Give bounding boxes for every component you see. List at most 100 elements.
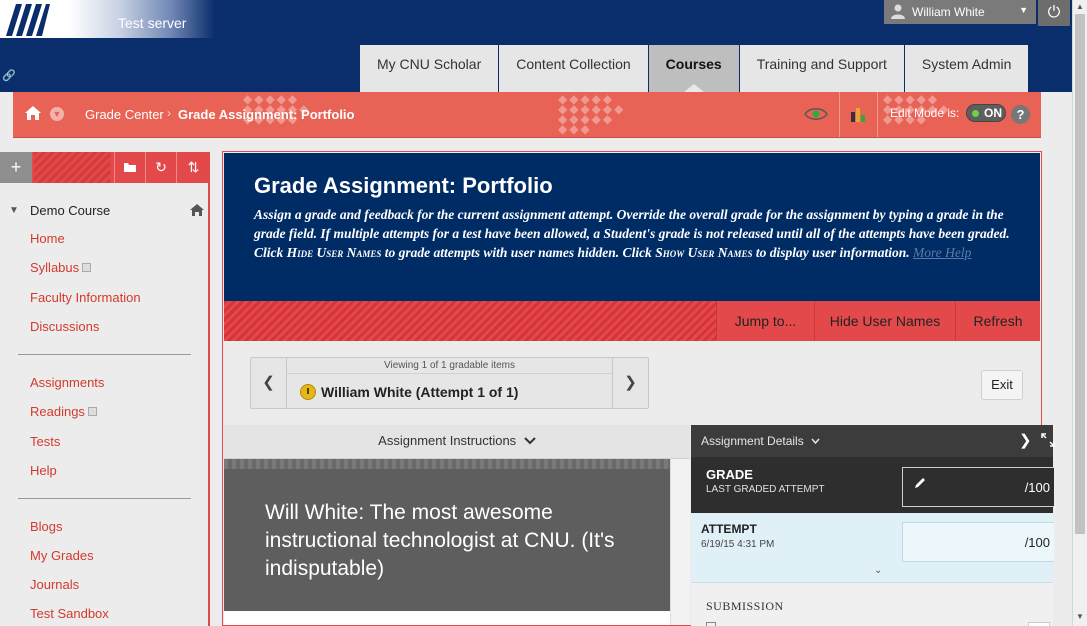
action-bar: Jump to... Hide User Names Refresh	[224, 301, 1040, 341]
refresh-button[interactable]: Refresh	[955, 301, 1040, 341]
add-menu-item-button[interactable]: +	[0, 152, 32, 183]
chevron-down-icon: ▼	[1019, 5, 1028, 15]
description-text: to grade attempts with user names hidden…	[381, 245, 656, 260]
help-icon[interactable]: ?	[1011, 105, 1030, 124]
stats-chart-icon[interactable]	[849, 105, 867, 123]
tab-content-collection[interactable]: Content Collection	[499, 45, 648, 92]
breadcrumb-current-page: Grade Assignment: Portfolio	[178, 107, 355, 122]
menu-link-assignments[interactable]: Assignments	[30, 375, 104, 390]
server-label: Test server	[118, 15, 187, 31]
more-help-link[interactable]: More Help	[913, 245, 971, 260]
pencil-icon[interactable]	[913, 476, 927, 490]
menu-divider	[18, 354, 191, 355]
menu-link-label: Test Sandbox	[30, 606, 109, 621]
breadcrumb-separator: ›	[167, 106, 171, 120]
instructions-header-label: Assignment Instructions	[378, 433, 517, 448]
hide-user-names-button[interactable]: Hide User Names	[814, 301, 955, 341]
breadcrumb-menu-chevron-icon[interactable]: ▼	[50, 107, 64, 121]
instructions-text: Will White: The most awesome instruction…	[265, 501, 615, 580]
grade-row: GRADE LAST GRADED ATTEMPT /100	[691, 457, 1054, 513]
assignment-details-panel: Assignment Details ❯ GRADE LAST GRADED A…	[691, 425, 1055, 626]
menu-link-label: Tests	[30, 434, 61, 449]
collapse-triangle-icon[interactable]: ▼	[9, 205, 19, 216]
grade-value: /100	[1024, 480, 1050, 495]
refresh-icon[interactable]: ↻	[145, 152, 176, 183]
instructions-scrollbar[interactable]	[670, 459, 690, 625]
empty-item-icon	[87, 407, 97, 416]
instructions-toggle[interactable]: Assignment Instructions	[224, 425, 690, 459]
scroll-up-icon[interactable]: ▲	[1076, 2, 1084, 11]
menu-link-label: Blogs	[30, 519, 63, 534]
reorder-icon[interactable]: ⇅	[176, 152, 210, 183]
exit-button[interactable]: Exit	[981, 370, 1023, 400]
menu-link-my-grades[interactable]: My Grades	[30, 548, 94, 563]
scroll-down-icon[interactable]: ▼	[1076, 612, 1084, 621]
menu-link-label: Journals	[30, 577, 80, 592]
breadcrumb-bar: ◆◆◆◆◆ ◆◆◆◆◆◆ ◆◆◆◆◆ ◆◆◆◆◆ ◆◆◆◆◆◆ ◆◆◆◆◆ ◆◆◆ ◆◆◆…	[13, 92, 1041, 138]
edit-mode-label: Edit Mode is:	[890, 106, 960, 120]
toggle-indicator-icon	[972, 110, 979, 117]
page-description: Assign a grade and feedback for the curr…	[254, 205, 1014, 262]
scrollbar-thumb[interactable]	[1075, 14, 1085, 534]
cnu-logo-icon[interactable]	[6, 4, 50, 36]
tab-label: Training and Support	[756, 56, 887, 72]
menu-link-syllabus[interactable]: Syllabus	[30, 260, 92, 275]
edit-mode-toggle[interactable]: ON	[966, 104, 1006, 122]
tab-label: System Admin	[921, 56, 1012, 72]
attempt-row: ATTEMPT 6/19/15 4:31 PM /100 ⌄	[691, 513, 1054, 583]
user-menu[interactable]: William White ▼	[884, 0, 1036, 24]
menu-link-tests[interactable]: Tests	[30, 434, 60, 449]
chevron-left-icon[interactable]: ❮	[251, 358, 287, 408]
tab-label: Courses	[665, 56, 722, 72]
folder-view-icon[interactable]	[114, 152, 145, 183]
link-icon[interactable]: 🔗	[2, 69, 16, 83]
menu-link-home[interactable]: Home	[30, 231, 65, 246]
active-tab-notch	[683, 84, 704, 92]
grade-label: GRADE	[706, 467, 753, 482]
course-menu: ▼ Demo Course Home Syllabus Faculty Info…	[0, 183, 210, 626]
breadcrumb-grade-center[interactable]: Grade Center	[85, 107, 164, 122]
overall-grade-field[interactable]: /100	[902, 467, 1054, 507]
decorative-stripe	[34, 152, 110, 183]
description-emphasis: Show User Names	[655, 245, 753, 260]
home-icon[interactable]	[24, 105, 42, 121]
main-content: Grade Assignment: Portfolio Assign a gra…	[222, 151, 1055, 626]
tab-my-cnu-scholar[interactable]: My CNU Scholar	[360, 45, 499, 92]
description-text: to display user information.	[752, 245, 914, 260]
tab-training-and-support[interactable]: Training and Support	[739, 45, 904, 92]
main-tabs: My CNU Scholar Content Collection Course…	[360, 45, 1029, 92]
menu-link-faculty-information[interactable]: Faculty Information	[30, 290, 141, 305]
attempt-grade-input[interactable]: /100	[902, 522, 1054, 562]
power-icon[interactable]: ⏻	[1038, 0, 1070, 26]
attempt-value: /100	[1024, 535, 1050, 550]
menu-link-test-sandbox[interactable]: Test Sandbox	[30, 606, 109, 621]
tab-courses[interactable]: Courses	[648, 45, 739, 92]
document-page-edge	[224, 611, 670, 625]
document-top-edge	[224, 459, 670, 469]
student-attempt-label[interactable]: William White (Attempt 1 of 1)	[321, 384, 518, 400]
chevron-down-icon[interactable]: ⌄	[874, 565, 882, 576]
details-toggle[interactable]: Assignment Details	[691, 425, 1053, 457]
menu-link-discussions[interactable]: Discussions	[30, 319, 99, 334]
chevron-right-icon[interactable]: ❯	[1019, 425, 1032, 457]
chevron-right-icon[interactable]: ❯	[612, 358, 648, 408]
course-home-icon[interactable]	[189, 203, 205, 217]
details-header-label: Assignment Details	[701, 434, 804, 448]
expand-icon[interactable]	[1041, 433, 1055, 447]
instructions-panel: Assignment Instructions Will White: The …	[224, 425, 690, 625]
submission-checkbox[interactable]	[706, 622, 716, 626]
tab-system-admin[interactable]: System Admin	[904, 45, 1029, 92]
attempt-date: 6/19/15 4:31 PM	[701, 539, 775, 550]
menu-link-blogs[interactable]: Blogs	[30, 519, 63, 534]
menu-link-journals[interactable]: Journals	[30, 577, 79, 592]
menu-link-label: Readings	[30, 404, 85, 419]
submission-field[interactable]	[1028, 622, 1050, 626]
tab-label: My CNU Scholar	[377, 56, 482, 72]
window-scrollbar[interactable]: ▲ ▼	[1072, 0, 1087, 626]
menu-link-help[interactable]: Help	[30, 463, 57, 478]
menu-link-label: Help	[30, 463, 57, 478]
jump-to-button[interactable]: Jump to...	[716, 301, 814, 341]
menu-link-readings[interactable]: Readings	[30, 404, 97, 419]
course-name[interactable]: Demo Course	[30, 203, 110, 218]
student-preview-eye-icon[interactable]	[803, 105, 829, 123]
